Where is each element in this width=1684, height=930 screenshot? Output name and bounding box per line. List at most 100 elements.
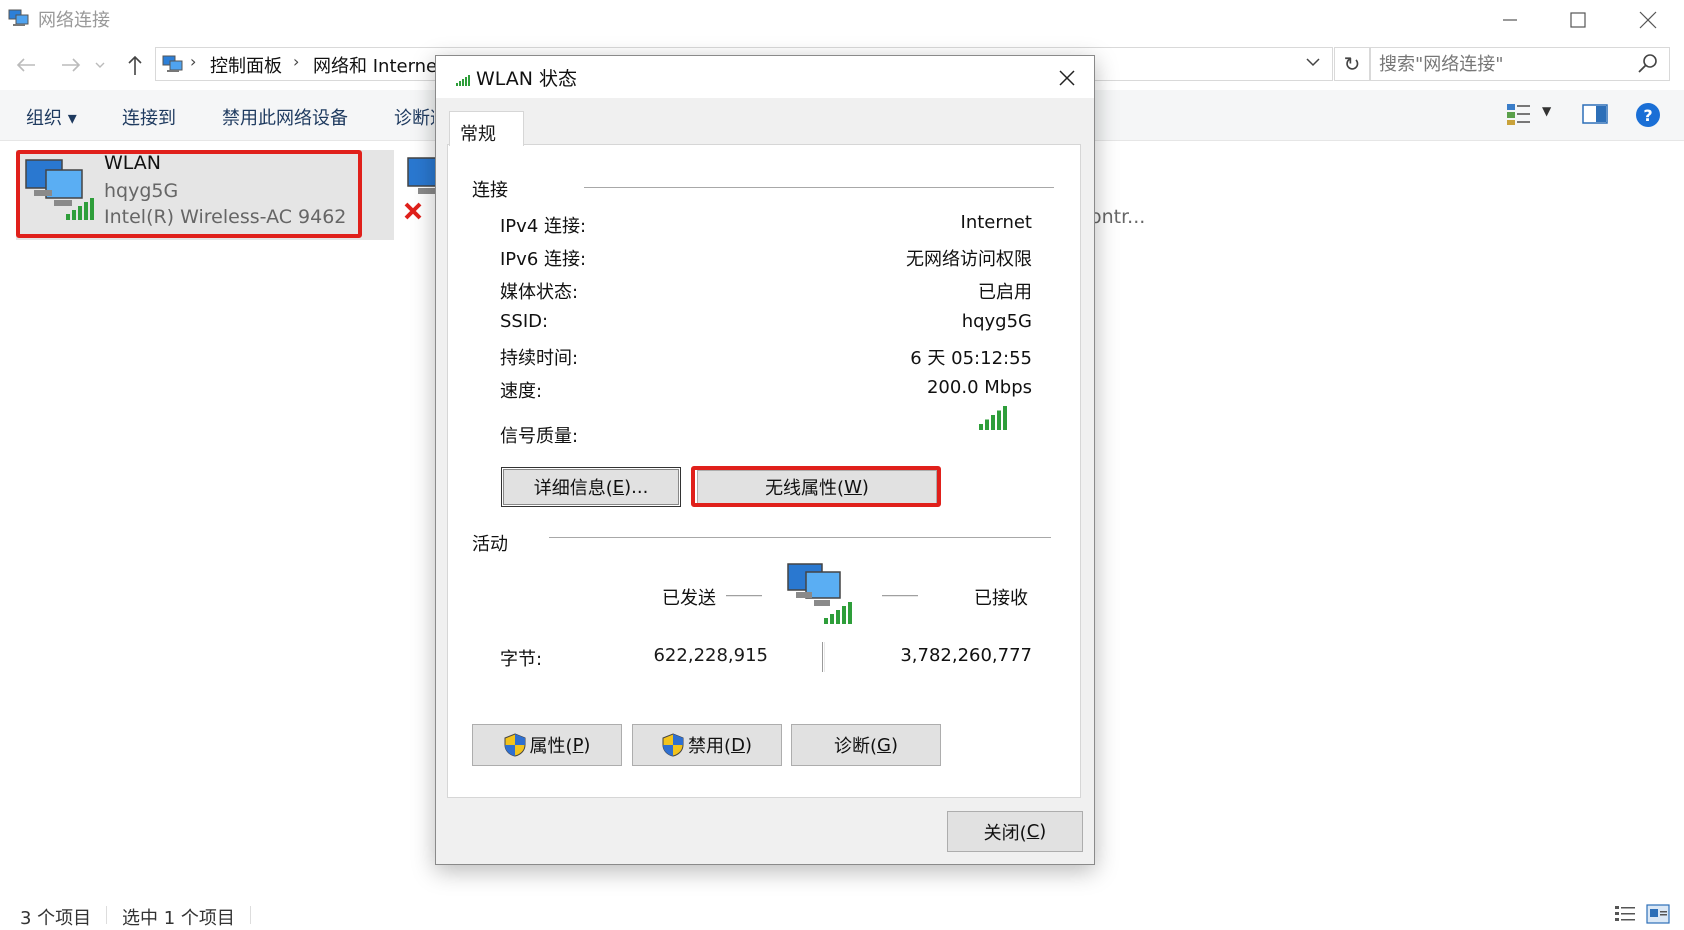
arrow-up-icon: [128, 55, 142, 75]
diagnose-button[interactable]: 诊断(G): [791, 724, 941, 766]
disable-button-suffix: ): [744, 734, 752, 756]
status-selected-count: 选中 1 个项目: [122, 908, 235, 929]
group-divider: [549, 537, 1051, 538]
preview-pane-icon[interactable]: [1582, 104, 1608, 124]
recent-locations-button[interactable]: [90, 48, 110, 82]
close-accesskey: C: [1026, 821, 1040, 842]
minimize-button[interactable]: [1476, 0, 1544, 40]
change-view-icon[interactable]: [1506, 102, 1532, 126]
ipv4-value: Internet: [960, 212, 1032, 233]
search-input[interactable]: [1370, 47, 1670, 81]
media-state-value: 已启用: [978, 282, 1032, 303]
diagnose-accesskey: G: [877, 734, 891, 756]
uac-shield-icon: [504, 733, 526, 757]
address-dropdown-button[interactable]: [1306, 52, 1320, 71]
details-button[interactable]: 详细信息(E)...: [501, 467, 681, 507]
close-button-label: 关闭(: [983, 822, 1027, 844]
close-button[interactable]: 关闭(C): [947, 811, 1083, 852]
close-icon: [1639, 11, 1657, 29]
adapter-description-partial: ontr...: [1090, 206, 1146, 228]
network-connections-icon: [8, 9, 29, 26]
signal-quality-label: 信号质量:: [500, 426, 579, 447]
connect-to-button[interactable]: 连接到: [122, 104, 176, 130]
status-divider: [250, 906, 251, 924]
up-button[interactable]: [118, 48, 152, 82]
tab-general[interactable]: 常规: [449, 111, 524, 146]
control-panel-icon: [162, 55, 183, 72]
bytes-received-value: 3,782,260,777: [900, 645, 1032, 666]
close-icon: [1059, 70, 1075, 86]
title-bar: [0, 0, 1684, 40]
back-button[interactable]: [9, 48, 43, 82]
refresh-icon: ↻: [1343, 52, 1361, 76]
disable-button-label: 禁用(: [688, 736, 732, 757]
bytes-sent-value: 622,228,915: [653, 645, 768, 666]
bytes-label: 字节:: [500, 649, 543, 670]
signal-strength-icon: [979, 406, 1007, 430]
media-state-label: 媒体状态:: [500, 282, 579, 303]
diagnose-button-suffix: ): [890, 734, 898, 756]
properties-button-label: 属性(: [529, 736, 573, 757]
disabled-network-icon[interactable]: [404, 154, 438, 226]
details-button-suffix: )...: [624, 476, 649, 498]
refresh-button[interactable]: ↻: [1334, 47, 1370, 81]
bytes-divider: [822, 642, 825, 672]
chevron-down-icon: [1306, 58, 1320, 67]
details-view-icon[interactable]: [1614, 904, 1636, 924]
window-title: 网络连接: [38, 10, 110, 31]
highlight-box: [691, 466, 941, 507]
large-icons-view-icon[interactable]: [1646, 904, 1670, 924]
sent-label: 已发送: [662, 588, 716, 609]
properties-button[interactable]: 属性(P): [472, 724, 622, 766]
status-divider: [106, 906, 107, 924]
view-options-dropdown[interactable]: ▼: [1542, 104, 1551, 118]
properties-accesskey: P: [572, 734, 584, 756]
network-activity-icon: [787, 563, 852, 624]
status-item-count: 3 个项目: [20, 908, 92, 929]
disable-button[interactable]: 禁用(D): [632, 724, 782, 766]
arrow-right-icon: [62, 58, 81, 72]
speed-label: 速度:: [500, 381, 543, 402]
ssid-label: SSID:: [500, 311, 549, 332]
arrow-left-icon: [16, 58, 35, 72]
close-button-suffix: ): [1039, 821, 1047, 842]
maximize-button[interactable]: [1544, 0, 1612, 40]
maximize-icon: [1570, 12, 1586, 28]
dialog-title: WLAN 状态: [476, 68, 578, 90]
properties-button-suffix: ): [583, 734, 591, 756]
dialog-close-button[interactable]: [1046, 60, 1088, 96]
sent-line: [726, 595, 762, 597]
activity-group-label: 活动: [472, 534, 508, 555]
ipv6-value: 无网络访问权限: [906, 249, 1032, 270]
signal-bars-icon: [456, 75, 470, 86]
forward-button[interactable]: [54, 48, 88, 82]
received-line: [882, 595, 918, 597]
disable-accesskey: D: [731, 734, 745, 756]
breadcrumb-separator: ›: [190, 52, 197, 71]
details-button-label: 详细信息(: [533, 478, 613, 499]
signal-bar: [979, 424, 983, 430]
close-window-button[interactable]: [1614, 0, 1682, 40]
ipv4-label: IPv4 连接:: [500, 216, 587, 237]
minimize-icon: [1503, 19, 1517, 21]
signal-bar: [997, 410, 1001, 430]
organize-menu[interactable]: 组织 ▾: [26, 104, 77, 130]
chevron-down-icon: [95, 62, 105, 68]
breadcrumb-network-internet[interactable]: 网络和 Internet: [313, 52, 444, 78]
details-button-accesskey: E: [612, 476, 625, 498]
disable-device-button[interactable]: 禁用此网络设备: [222, 104, 348, 130]
signal-bar: [1003, 406, 1007, 430]
ssid-value: hqyg5G: [961, 311, 1032, 332]
speed-value: 200.0 Mbps: [926, 377, 1032, 398]
diagnose-connection-button[interactable]: 诊断这: [394, 104, 434, 130]
help-icon[interactable]: ?: [1636, 103, 1660, 127]
received-label: 已接收: [974, 588, 1028, 609]
signal-bar: [985, 419, 989, 430]
search-icon[interactable]: [1636, 52, 1660, 76]
breadcrumb-separator: ›: [293, 52, 300, 71]
group-divider: [584, 187, 1054, 188]
duration-label: 持续时间:: [500, 348, 579, 369]
diagnose-button-label: 诊断(: [833, 736, 878, 757]
connection-group-label: 连接: [472, 180, 508, 201]
breadcrumb-control-panel[interactable]: 控制面板: [210, 52, 282, 78]
